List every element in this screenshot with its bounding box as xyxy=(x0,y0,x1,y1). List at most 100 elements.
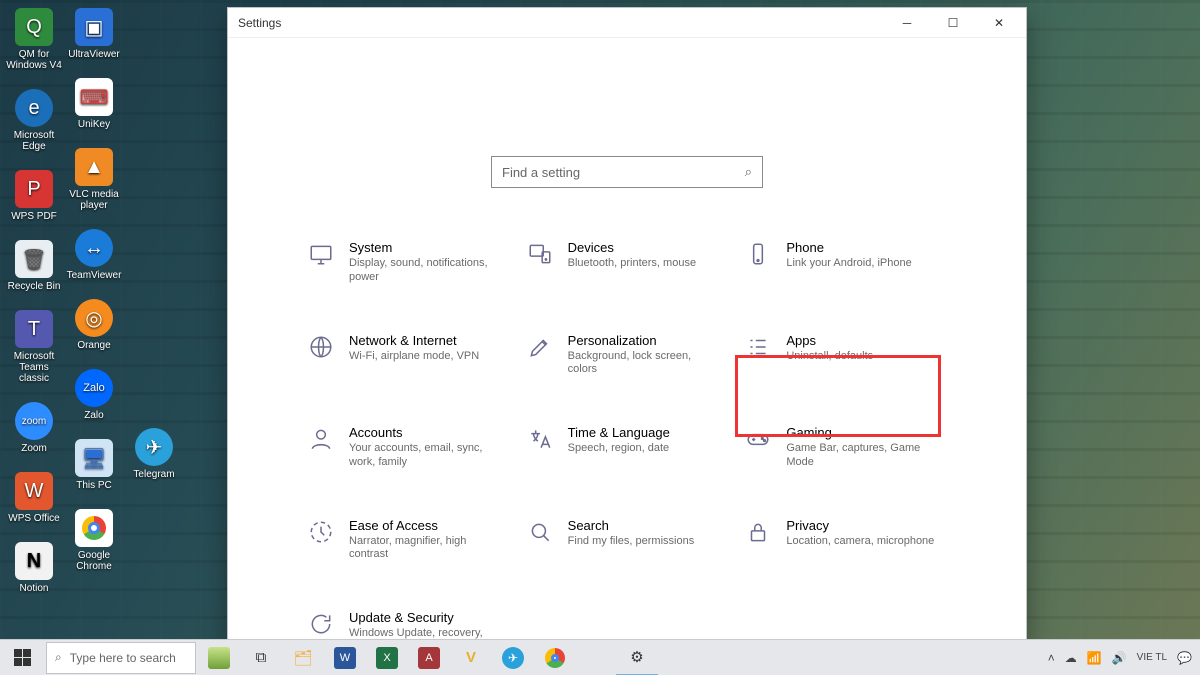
icon-label: UniKey xyxy=(78,119,110,130)
globe-icon xyxy=(307,333,335,361)
category-title: Accounts xyxy=(349,425,499,440)
start-button[interactable] xyxy=(0,640,44,675)
category-title: Time & Language xyxy=(568,425,670,440)
category-sub: Game Bar, captures, Game Mode xyxy=(786,442,936,470)
category-personalization[interactable]: Personalization Background, lock screen, … xyxy=(526,333,729,378)
category-sub: Location, camera, microphone xyxy=(786,535,934,549)
category-title: Update & Security xyxy=(349,610,499,625)
settings-search-input[interactable]: Find a setting ⌕ xyxy=(491,156,763,188)
taskbar-settings-running[interactable]: ⚙ xyxy=(616,640,658,675)
category-sub: Link your Android, iPhone xyxy=(786,257,911,271)
category-title: Ease of Access xyxy=(349,518,499,533)
ease-of-access-icon xyxy=(307,518,335,546)
desktop-icon-zoom[interactable]: zoomZoom xyxy=(6,402,62,454)
category-sub: Uninstall, defaults xyxy=(786,350,873,364)
category-network[interactable]: Network & Internet Wi-Fi, airplane mode, … xyxy=(307,333,510,378)
desktop-icon-qm[interactable]: QQM for Windows V4 xyxy=(6,8,62,71)
devices-icon xyxy=(526,240,554,268)
icon-label: Zoom xyxy=(21,443,47,454)
category-time-language[interactable]: Time & LanguageSpeech, region, date xyxy=(526,425,729,470)
desktop-icon-teamviewer[interactable]: ↔TeamViewer xyxy=(66,229,122,281)
desktop-icon-unikey[interactable]: ⌨UniKey xyxy=(66,78,122,130)
category-sub: Find my files, permissions xyxy=(568,535,695,549)
category-phone[interactable]: PhoneLink your Android, iPhone xyxy=(744,240,947,285)
category-title: Network & Internet xyxy=(349,333,479,348)
taskbar-excel[interactable]: X xyxy=(366,640,408,675)
desktop-icon-edge[interactable]: eMicrosoft Edge xyxy=(6,89,62,152)
icon-label: Microsoft Edge xyxy=(6,130,62,152)
desktop-icon-column-3: ✈Telegram xyxy=(126,428,182,480)
task-view-button[interactable]: ⧉ xyxy=(240,640,282,675)
desktop-icon-teams[interactable]: TMicrosoft Teams classic xyxy=(6,310,62,384)
category-title: Personalization xyxy=(568,333,718,348)
desktop-icon-chrome[interactable]: Google Chrome xyxy=(66,509,122,572)
lock-icon xyxy=(744,518,772,546)
category-ease-of-access[interactable]: Ease of AccessNarrator, magnifier, high … xyxy=(307,518,510,563)
person-icon xyxy=(307,425,335,453)
window-maximize-button[interactable]: ☐ xyxy=(930,8,976,38)
system-icon xyxy=(307,240,335,268)
window-close-button[interactable]: ✕ xyxy=(976,8,1022,38)
category-title: Devices xyxy=(568,240,696,255)
icon-label: Zalo xyxy=(84,410,103,421)
taskbar-search-placeholder: Type here to search xyxy=(70,651,176,665)
settings-window: Settings ─ ☐ ✕ Find a setting ⌕ SystemDi… xyxy=(227,7,1027,649)
taskbar-explorer[interactable]: 🗂 xyxy=(282,640,324,675)
tray-wifi-icon[interactable]: 📶 xyxy=(1087,651,1102,665)
desktop-icon-orange[interactable]: ◎Orange xyxy=(66,299,122,351)
category-sub: Wi-Fi, airplane mode, VPN xyxy=(349,350,479,364)
tray-ime-indicator[interactable]: VIE TL xyxy=(1137,653,1167,663)
desktop-icon-wpsoffice[interactable]: WWPS Office xyxy=(6,472,62,524)
category-accounts[interactable]: AccountsYour accounts, email, sync, work… xyxy=(307,425,510,470)
icon-label: Microsoft Teams classic xyxy=(6,351,62,384)
taskbar-app-v[interactable]: V xyxy=(450,640,492,675)
desktop-icon-notion[interactable]: NNotion xyxy=(6,542,62,594)
brush-icon xyxy=(526,333,554,361)
category-title: Privacy xyxy=(786,518,934,533)
desktop-icon-ultraviewer[interactable]: ▣UltraViewer xyxy=(66,8,122,60)
category-sub: Display, sound, notifications, power xyxy=(349,257,499,285)
taskbar-word[interactable]: W xyxy=(324,640,366,675)
tray-volume-icon[interactable]: 🔊 xyxy=(1112,651,1127,665)
category-gaming[interactable]: Gaming Game Bar, captures, Game Mode xyxy=(744,425,947,470)
icon-label: This PC xyxy=(76,480,112,491)
category-apps[interactable]: AppsUninstall, defaults xyxy=(744,333,947,378)
language-icon xyxy=(526,425,554,453)
taskbar-search[interactable]: ⌕ Type here to search xyxy=(46,642,196,674)
category-system[interactable]: SystemDisplay, sound, notifications, pow… xyxy=(307,240,510,285)
icon-label: Recycle Bin xyxy=(8,281,61,292)
settings-body: Find a setting ⌕ SystemDisplay, sound, n… xyxy=(228,38,1026,655)
desktop-icon-zalo[interactable]: ZaloZalo xyxy=(66,369,122,421)
icon-label: Telegram xyxy=(133,469,174,480)
taskbar-telegram[interactable]: ✈ xyxy=(492,640,534,675)
taskbar-access[interactable]: A xyxy=(408,640,450,675)
desktop-icon-telegram[interactable]: ✈Telegram xyxy=(126,428,182,480)
desktop-icon-recyclebin[interactable]: 🗑Recycle Bin xyxy=(6,240,62,292)
icon-label: WPS Office xyxy=(8,513,60,524)
tray-cloud-icon[interactable]: ☁ xyxy=(1065,651,1077,665)
desktop-icon-wpspdf[interactable]: PWPS PDF xyxy=(6,170,62,222)
category-search[interactable]: SearchFind my files, permissions xyxy=(526,518,729,563)
desktop-icon-vlc[interactable]: ▲VLC media player xyxy=(66,148,122,211)
category-devices[interactable]: Devices Bluetooth, printers, mouse xyxy=(526,240,729,285)
update-icon xyxy=(307,610,335,638)
icon-label: TeamViewer xyxy=(67,270,122,281)
icon-label: QM for Windows V4 xyxy=(6,49,62,71)
desktop: QQM for Windows V4 eMicrosoft Edge PWPS … xyxy=(0,0,1200,675)
taskbar: ⌕ Type here to search ⧉ 🗂 W X A V ✈ ⚙ ˄ … xyxy=(0,639,1200,675)
category-sub: Bluetooth, printers, mouse xyxy=(568,257,696,271)
window-minimize-button[interactable]: ─ xyxy=(884,8,930,38)
tray-overflow-icon[interactable]: ˄ xyxy=(1048,651,1055,665)
window-titlebar[interactable]: Settings ─ ☐ ✕ xyxy=(228,8,1026,38)
desktop-icon-column-2: ▣UltraViewer ⌨UniKey ▲VLC media player ↔… xyxy=(66,8,122,572)
tray-notifications-icon[interactable]: 💬 xyxy=(1177,651,1192,665)
window-title: Settings xyxy=(238,16,281,30)
category-sub: Background, lock screen, colors xyxy=(568,350,718,378)
icon-label: WPS PDF xyxy=(11,211,57,222)
icon-label: UltraViewer xyxy=(68,49,120,60)
taskbar-chrome[interactable] xyxy=(534,640,576,675)
category-privacy[interactable]: Privacy Location, camera, microphone xyxy=(744,518,947,563)
category-title: Gaming xyxy=(786,425,936,440)
taskbar-pinned-app[interactable] xyxy=(198,640,240,675)
desktop-icon-thispc[interactable]: 🖥This PC xyxy=(66,439,122,491)
